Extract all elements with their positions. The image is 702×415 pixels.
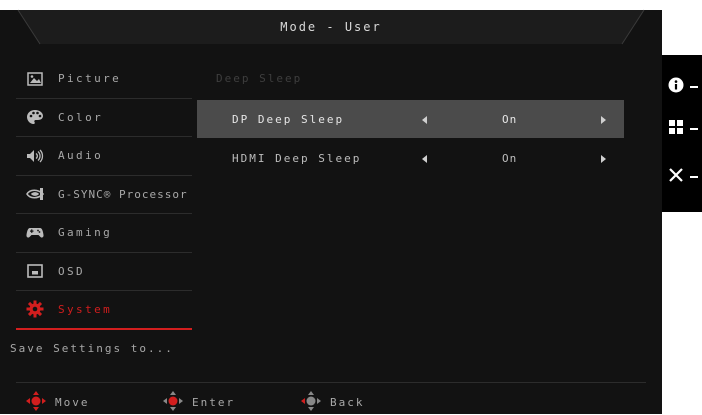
sidebar-item-label: Picture — [58, 72, 122, 86]
speaker-icon — [26, 147, 44, 165]
sidebar: Picture Color Audio G-SYNC® Processor Ga… — [10, 60, 192, 369]
hotkey-info[interactable] — [668, 76, 702, 98]
joystick-move-icon — [25, 390, 47, 415]
footer-label: Enter — [192, 395, 236, 409]
footer-enter: Enter — [162, 390, 235, 414]
footer-label: Move — [55, 395, 90, 409]
footer-legend: Move Enter Back — [16, 390, 646, 414]
palette-icon — [26, 108, 44, 126]
menu-icon — [668, 119, 684, 139]
option-value: On — [502, 152, 518, 165]
sidebar-item-label: G-SYNC® Processor — [58, 187, 188, 201]
option-value: On — [502, 113, 518, 126]
hotkey-dash — [690, 176, 698, 178]
sidebar-item-picture[interactable]: Picture — [16, 60, 192, 99]
joystick-press-icon — [162, 390, 184, 415]
arrow-left-icon[interactable] — [422, 114, 428, 127]
sidebar-item-label: OSD — [58, 264, 86, 278]
sidebar-item-label: Color — [58, 110, 104, 124]
joystick-left-icon — [300, 390, 322, 415]
arrow-right-icon[interactable] — [600, 153, 606, 166]
close-icon — [668, 167, 684, 187]
hotkey-dash — [690, 86, 698, 88]
gear-icon — [26, 300, 44, 318]
option-label: HDMI Deep Sleep — [232, 152, 362, 165]
hotkey-menu[interactable] — [668, 118, 702, 140]
arrow-left-icon[interactable] — [422, 153, 428, 166]
sidebar-item-label: System — [58, 302, 113, 316]
option-row-dp-deep-sleep[interactable]: DP Deep Sleep On — [197, 100, 624, 138]
footer-divider — [16, 382, 646, 383]
sidebar-item-gsync[interactable]: G-SYNC® Processor — [16, 176, 192, 214]
sidebar-item-gaming[interactable]: Gaming — [16, 214, 192, 253]
page-title: Mode - User — [280, 20, 382, 34]
arrow-right-icon[interactable] — [600, 114, 606, 127]
osd-icon — [26, 262, 44, 280]
sidebar-item-label: Gaming — [58, 226, 113, 240]
nvidia-icon — [26, 185, 44, 203]
footer-back: Back — [300, 390, 365, 414]
sidebar-item-system[interactable]: System — [16, 291, 192, 330]
footer-label: Back — [330, 395, 365, 409]
hotkey-close[interactable] — [668, 166, 702, 188]
option-row-hdmi-deep-sleep[interactable]: HDMI Deep Sleep On — [197, 139, 624, 177]
title-bar: Mode - User — [0, 0, 662, 52]
osd-window: Mode - User Picture Color Audio G-SYNC® … — [0, 0, 662, 414]
sidebar-item-save-settings[interactable]: Save Settings to... — [10, 330, 192, 369]
footer-move: Move — [25, 390, 90, 414]
hotkey-panel — [662, 55, 702, 212]
sidebar-item-color[interactable]: Color — [16, 99, 192, 137]
info-icon — [668, 77, 684, 97]
sidebar-item-audio[interactable]: Audio — [16, 137, 192, 176]
sidebar-item-label: Audio — [58, 149, 104, 163]
sidebar-item-osd[interactable]: OSD — [16, 253, 192, 291]
section-label: Deep Sleep — [216, 72, 303, 85]
sidebar-item-label: Save Settings to... — [10, 342, 174, 356]
hotkey-dash — [690, 128, 698, 130]
gamepad-icon — [26, 224, 44, 242]
picture-icon — [26, 70, 44, 88]
option-label: DP Deep Sleep — [232, 113, 345, 126]
